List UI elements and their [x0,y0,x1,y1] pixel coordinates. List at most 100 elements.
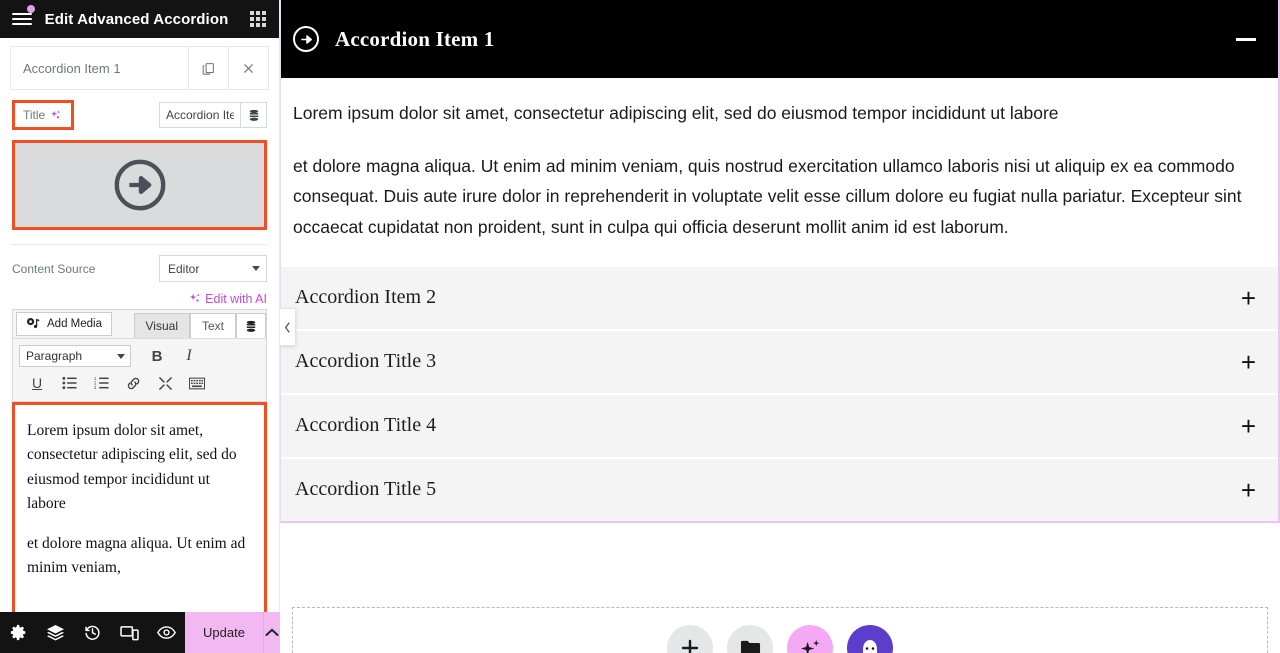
settings-button[interactable] [0,612,37,653]
edit-with-ai-button[interactable]: Edit with AI [189,292,267,306]
update-options-button[interactable] [262,612,280,653]
sparkle-icon [189,293,200,302]
footer-icons [0,612,185,653]
panel-body: Accordion Item 1 Title Accordion Item 1 … [0,38,279,653]
avatar-fab[interactable] [847,625,893,653]
wp-editor-toolbar: Paragraph B I U 1 2 3 [13,338,266,401]
repeater-item-header[interactable]: Accordion Item 1 [10,46,269,90]
content-paragraph: Lorem ipsum dolor sit amet, consectetur … [293,103,1059,123]
content-source-row: Content Source Editor [0,245,279,288]
accordion-title: Accordion Title 3 [295,350,437,372]
floating-action-buttons [293,625,1267,653]
accordion-title: Accordion Title 5 [295,478,437,500]
bold-button[interactable]: B [141,344,173,368]
content-source-select[interactable]: Editor [159,255,267,282]
toolbar-row-1: Paragraph B I [19,343,262,369]
italic-button[interactable]: I [173,344,205,368]
folder-icon [740,640,760,653]
format-select[interactable]: Paragraph [19,345,131,367]
avatar-icon [855,633,885,653]
editor-content-highlight: Lorem ipsum dolor sit amet, consectetur … [12,402,267,620]
plus-icon[interactable]: + [1241,349,1256,375]
editor-paragraph: Lorem ipsum dolor sit amet, consectetur … [27,422,237,513]
dynamic-tags-button[interactable] [240,103,266,127]
minus-icon[interactable] [1236,37,1256,41]
hamburger-menu-button[interactable] [0,0,44,38]
duplicate-button[interactable] [188,47,228,89]
editor-content-area[interactable]: Lorem ipsum dolor sit amet, consectetur … [15,405,264,617]
accordion-item-3[interactable]: Accordion Title 3 + [281,330,1278,393]
responsive-mode-button[interactable] [111,612,148,653]
wp-editor: Add Media Visual Text Paragraph B I U 1 … [12,309,267,402]
duplicate-icon [202,62,214,75]
plus-icon[interactable]: + [1241,413,1256,439]
edit-with-ai-label: Edit with AI [205,292,267,306]
panel-title: Edit Advanced Accordion [44,10,229,28]
format-select-wrap: Paragraph [19,345,131,367]
plus-icon[interactable]: + [1241,477,1256,503]
remove-button[interactable] [228,47,268,89]
link-icon [127,377,139,389]
circle-arrow-right-icon [293,26,319,52]
navigator-layers-icon [47,624,64,641]
tab-visual[interactable]: Visual [133,313,190,338]
sparkle-icon [800,639,819,653]
grid-icon [250,11,266,27]
tab-text[interactable]: Text [189,313,236,338]
notification-dot [27,5,35,13]
title-input-wrap [159,102,267,128]
plus-icon[interactable]: + [1241,285,1256,311]
accordion-header-active[interactable]: Accordion Item 1 [281,0,1278,78]
add-media-label: Add Media [47,318,102,330]
close-icon [244,63,253,73]
chevron-up-icon [265,628,279,636]
widget-dropzone[interactable] [292,607,1268,653]
fullscreen-icon [158,376,172,390]
preview-eye-icon [157,626,176,639]
fullscreen-button[interactable] [149,371,181,395]
accordion-item-2[interactable]: Accordion Item 2 + [281,266,1278,329]
repeater-item-label: Accordion Item 1 [23,60,121,76]
sparkle-icon [51,110,60,118]
title-field-row: Title [0,90,279,136]
panel-footer: Update [0,612,280,653]
history-button[interactable] [74,612,111,653]
svg-text:3: 3 [94,385,97,390]
dynamic-tags-icon [249,109,258,121]
editor-panel: Edit Advanced Accordion Accordion Item 1 [0,0,280,653]
wp-editor-topbar: Add Media Visual Text [13,310,266,338]
accordion-title: Accordion Title 4 [295,414,437,436]
toolbar-toggle-button[interactable] [181,371,213,395]
dynamic-tags-icon [246,320,256,332]
panel-collapse-handle[interactable] [280,308,296,346]
update-button[interactable]: Update [185,612,263,653]
content-source-select-wrap: Editor [159,255,267,282]
title-label-highlight: Title [12,100,75,130]
bullet-list-button[interactable] [53,371,85,395]
responsive-mode-icon [120,625,139,640]
folder-fab[interactable] [727,625,773,653]
underline-button[interactable]: U [21,371,53,395]
link-button[interactable] [117,371,149,395]
numbered-list-button[interactable]: 1 2 3 [85,371,117,395]
ai-fab[interactable] [787,625,833,653]
accordion-item-5[interactable]: Accordion Title 5 + [281,458,1278,521]
title-input[interactable] [160,103,240,127]
accordion-item-4[interactable]: Accordion Title 4 + [281,394,1278,457]
icon-preview-box[interactable] [12,140,267,230]
title-label: Title [23,108,46,122]
navigator-button[interactable] [37,612,74,653]
add-element-fab[interactable] [667,625,713,653]
plus-icon [681,639,699,653]
preview-button[interactable] [148,612,185,653]
widgets-panel-button[interactable] [237,0,279,38]
editor-dynamic-tags-button[interactable] [236,313,266,338]
content-paragraph: et dolore magna aliqua. Ut enim ad minim… [293,155,1242,237]
accordion-content-active: Lorem ipsum dolor sit amet, consectetur … [281,78,1278,265]
content-source-label: Content Source [12,261,96,276]
accordion-widget: Accordion Item 1 Lorem ipsum dolor sit a… [280,0,1280,523]
toolbar-row-2: U 1 2 3 [19,369,262,397]
preview-canvas: Accordion Item 1 Lorem ipsum dolor sit a… [280,0,1280,653]
add-media-button[interactable]: Add Media [16,312,112,336]
editor-paragraph: et dolore magna aliqua. Ut enim ad minim… [27,534,246,577]
